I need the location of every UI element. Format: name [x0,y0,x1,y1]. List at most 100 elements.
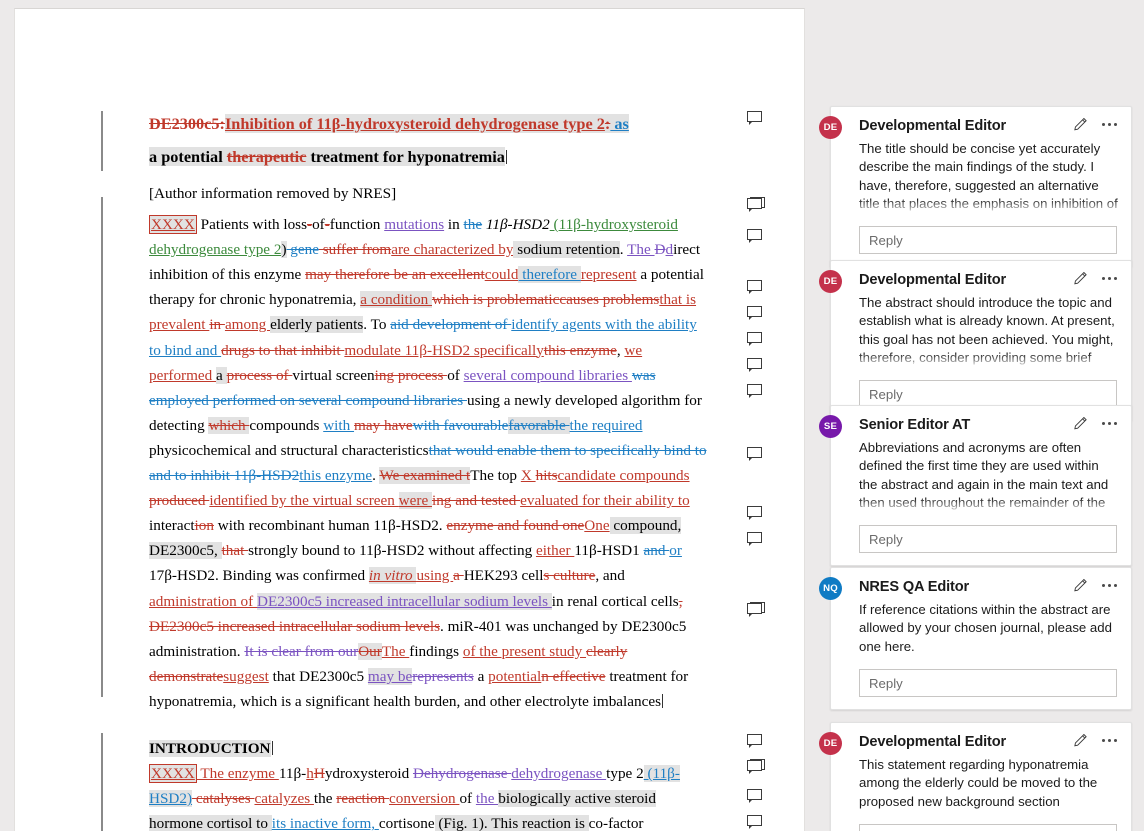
comment-bubble-icon[interactable] [747,602,765,617]
text-segment: , and [595,567,625,585]
text-segment: findings [409,642,463,660]
text-segment: with [323,416,355,434]
text-segment: may be [367,667,413,685]
text-segment: using [416,567,454,585]
comment-bubble-icon[interactable] [747,331,764,346]
avatar: NQ [819,577,842,600]
text-segment: process of [226,366,293,384]
document-body[interactable]: DE2300c5:Inhibition of 11β-hydroxysteroi… [149,107,709,831]
text-segment: 11β-HSD1 [574,542,644,560]
pencil-icon[interactable] [1073,578,1088,593]
avatar: DE [819,116,842,139]
text-segment: with favourable [412,416,509,434]
text-segment: favorable [508,416,570,434]
pencil-icon[interactable] [1073,416,1088,431]
comment-bubble-icon[interactable] [747,814,764,829]
text-segment: XXXX [149,764,197,784]
comment-bubble-icon[interactable] [747,357,764,372]
text-segment: X [520,467,536,485]
comment-card[interactable]: NQ NRES QA Editor If reference citations w… [819,567,1132,710]
change-bar [101,111,103,171]
text-segment: or [669,542,682,560]
comment-bubble-icon[interactable] [747,733,764,748]
comment-bubble-icon[interactable] [747,197,765,212]
text-segment: which [208,416,250,434]
comment-card[interactable]: DE Developmental Editor The abstract shoul… [819,260,1132,421]
text-segment: It is clear from our [244,642,359,660]
text-segment: physicochemical and structural character… [149,441,429,459]
document-title-line2[interactable]: a potential therapeutic treatment for hy… [149,140,709,173]
comment-header: Developmental Editor [843,117,1119,137]
text-segment: s culture [543,567,596,585]
document-title[interactable]: DE2300c5:Inhibition of 11β-hydroxysteroi… [149,107,709,140]
pencil-icon[interactable] [1073,117,1088,132]
text-segment: potential [488,667,542,685]
reply-input[interactable]: Reply [859,824,1117,831]
text-segment: One [584,517,610,535]
text-segment: hits [535,467,558,485]
comment-card[interactable]: DE Developmental Editor This statement reg… [819,722,1132,831]
text-segment: The [627,241,655,259]
comment-bubble-icon[interactable] [747,305,764,320]
comments-pane[interactable]: DE Developmental Editor The title should b… [818,0,1144,831]
reply-input[interactable]: Reply [859,525,1117,553]
text-segment: ing and tested [431,492,521,510]
text-segment: interact [149,517,195,535]
text-segment: therefore [518,266,581,284]
text-segment: ( [549,216,559,234]
text-segment: mutations [384,216,445,234]
text-segment: the required [569,416,643,434]
pencil-icon[interactable] [1073,733,1088,748]
comment-card[interactable]: SE Senior Editor AT Abbreviations and acro… [819,405,1132,566]
reply-input[interactable]: Reply [859,226,1117,254]
pencil-icon[interactable] [1073,271,1088,286]
comment-card[interactable]: DE Developmental Editor The title should b… [819,106,1132,267]
comment-bubble-icon[interactable] [747,531,764,546]
text-segment: type 2 [606,765,644,783]
ellipsis-icon[interactable] [1102,271,1117,286]
ellipsis-icon[interactable] [1102,416,1117,431]
text-segment: in renal cortical cells [551,592,679,610]
title-inserted: Inhibition of 11β-hydroxysteroid dehydro… [224,114,629,133]
text-segment: represent [580,266,637,284]
text-segment: sodium retention [513,241,620,259]
avatar: SE [819,415,842,438]
comment-bubble-icon[interactable] [747,446,764,461]
text-segment: The top [470,467,521,485]
reply-input[interactable]: Reply [859,669,1117,697]
text-segment: reaction [336,790,389,808]
title-kept-1: a potential [149,147,227,166]
comment-bubble-icon[interactable] [747,505,764,520]
text-segment: 17β-HSD2 [149,567,215,585]
text-segment: catalyses [192,790,255,808]
comment-bubble-icon[interactable] [747,228,764,243]
ellipsis-icon[interactable] [1102,117,1117,132]
text-segment: a [473,667,489,685]
text-segment: conversion [389,790,460,808]
author-note: [Author information removed by NRES] [149,185,397,202]
reply-input[interactable]: Reply [859,380,1117,408]
comment-bubble-icon[interactable] [747,788,764,803]
text-segment: may have [354,416,413,434]
introduction-paragraph[interactable]: XXXX The enzyme 11β-hHydroxysteroid Dehy… [149,761,709,831]
text-segment: that [221,542,249,560]
text-segment: among [224,316,271,334]
text-segment: its inactive form, [271,815,379,831]
comment-bubble-icon[interactable] [747,110,764,125]
comment-author: Senior Editor AT [859,417,971,433]
ellipsis-icon[interactable] [1102,733,1117,748]
comment-bubble-icon[interactable] [747,759,765,774]
text-segment: may therefore be an excellent [305,266,485,284]
comment-bubble-icon[interactable] [747,279,764,294]
text-segment: drugs to [221,341,275,359]
ellipsis-icon[interactable] [1102,578,1117,593]
text-segment: represents [412,667,474,685]
title-deleted-therapeutic: therapeutic [226,147,307,166]
introduction-heading[interactable]: INTRODUCTION [149,736,709,761]
text-segment: 11β-HSD2 [482,216,550,234]
comment-bubble-icon[interactable] [747,383,764,398]
text-segment: that [274,341,301,359]
abstract-paragraph[interactable]: XXXX Patients with loss-of-function muta… [149,212,709,714]
text-segment: ydroxysteroid [324,765,413,783]
text-segment: of [312,216,325,234]
